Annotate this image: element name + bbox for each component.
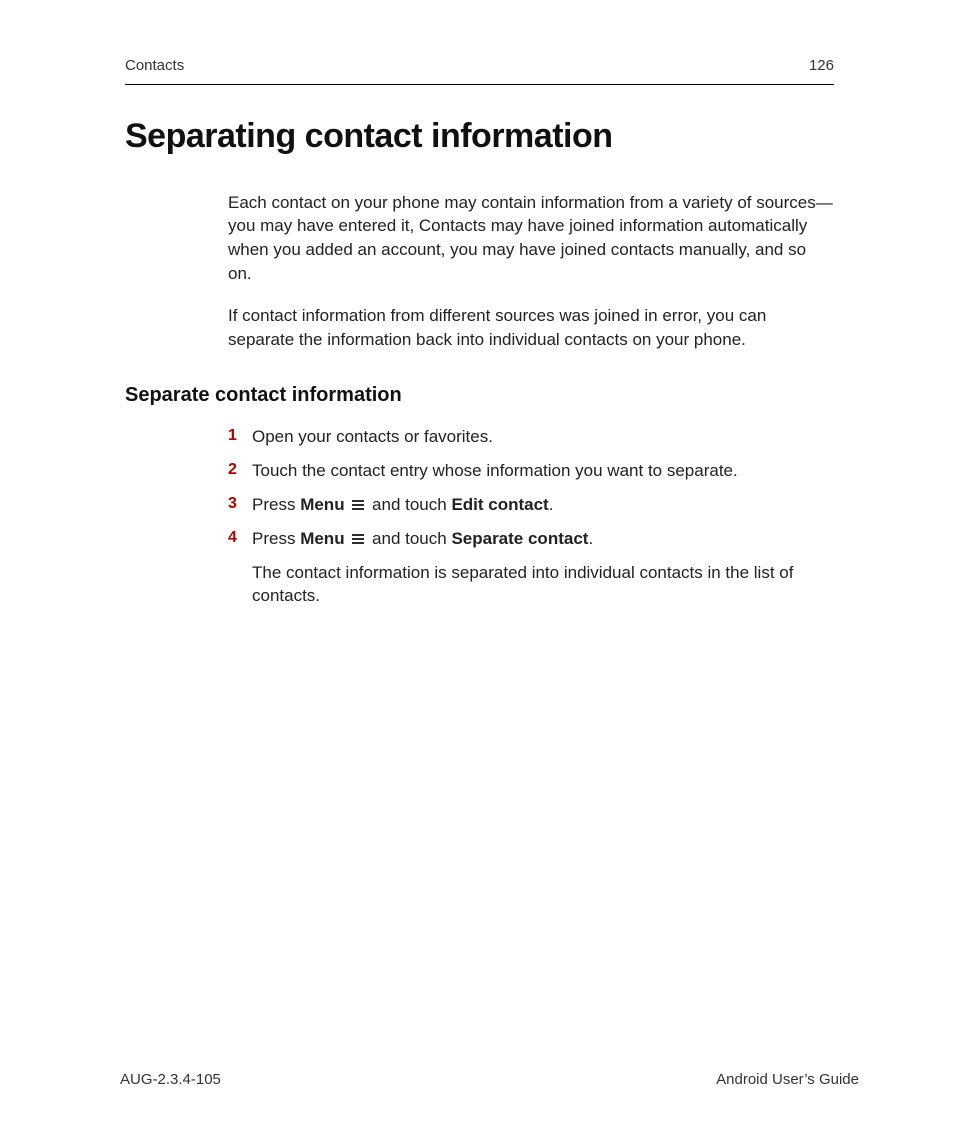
- step-number: 3: [228, 493, 237, 515]
- result-paragraph: The contact information is separated int…: [252, 561, 834, 609]
- page-title: Separating contact information: [125, 113, 834, 161]
- list-item: 4 Press Menu and touch Separate contact.: [228, 527, 834, 551]
- list-item: 1 Open your contacts or favorites.: [228, 425, 834, 449]
- step-text: Press Menu and touch Edit contact.: [252, 495, 553, 514]
- intro-paragraph-2: If contact information from different so…: [228, 304, 834, 352]
- step-text-part: Press: [252, 495, 300, 514]
- step-text-part: and touch: [367, 495, 451, 514]
- intro-block: Each contact on your phone may contain i…: [228, 191, 834, 352]
- page-footer: AUG-2.3.4-105 Android User’s Guide: [120, 1069, 859, 1090]
- step-text: Open your contacts or favorites.: [252, 427, 493, 446]
- subheading: Separate contact information: [125, 381, 834, 409]
- menu-label: Menu: [300, 529, 344, 548]
- step-text-part: and touch: [367, 529, 451, 548]
- list-item: 3 Press Menu and touch Edit contact.: [228, 493, 834, 517]
- step-text: Touch the contact entry whose informatio…: [252, 461, 738, 480]
- intro-paragraph-1: Each contact on your phone may contain i…: [228, 191, 834, 286]
- header-section: Contacts: [125, 55, 184, 76]
- step-text-part: Press: [252, 529, 300, 548]
- step-number: 2: [228, 459, 237, 481]
- footer-guide-name: Android User’s Guide: [716, 1069, 859, 1090]
- action-label: Separate contact: [451, 529, 588, 548]
- step-text-part: .: [588, 529, 593, 548]
- step-text-part: .: [549, 495, 554, 514]
- header-rule: [125, 84, 834, 85]
- step-number: 1: [228, 425, 237, 447]
- steps-list: 1 Open your contacts or favorites. 2 Tou…: [228, 425, 834, 550]
- step-number: 4: [228, 527, 237, 549]
- menu-label: Menu: [300, 495, 344, 514]
- page-header: Contacts 126: [125, 55, 834, 78]
- menu-icon: [351, 499, 365, 511]
- list-item: 2 Touch the contact entry whose informat…: [228, 459, 834, 483]
- menu-icon: [351, 533, 365, 545]
- footer-doc-id: AUG-2.3.4-105: [120, 1069, 221, 1090]
- action-label: Edit contact: [451, 495, 548, 514]
- step-text: Press Menu and touch Separate contact.: [252, 529, 593, 548]
- header-page-number: 126: [809, 55, 834, 76]
- document-page: Contacts 126 Separating contact informat…: [0, 0, 954, 1145]
